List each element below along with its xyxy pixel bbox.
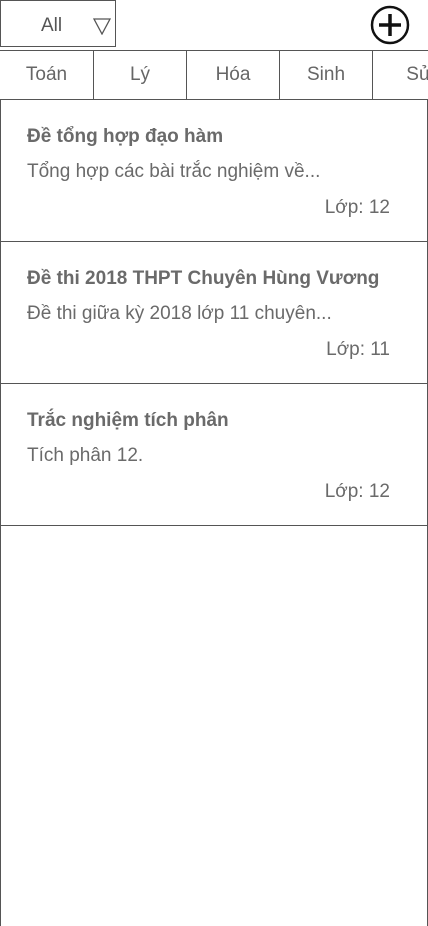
triangle-down-icon (93, 18, 111, 35)
exam-grade: Lớp: 11 (326, 339, 390, 360)
top-bar: All (0, 0, 428, 50)
exam-description: Tích phân 12. (27, 445, 144, 466)
exam-description: Tổng hợp các bài trắc nghiệm về... (27, 161, 321, 182)
tab-hoa[interactable]: Hóa (186, 51, 279, 99)
exam-title: Đề thi 2018 THPT Chuyên Hùng Vương (27, 268, 380, 289)
tab-ly[interactable]: Lý (93, 51, 186, 99)
tab-toan[interactable]: Toán (0, 51, 93, 99)
filter-dropdown[interactable]: All (0, 0, 116, 47)
tab-sinh[interactable]: Sinh (279, 51, 372, 99)
exam-grade: Lớp: 12 (324, 197, 390, 218)
exam-card[interactable]: Trắc nghiệm tích phân Tích phân 12. Lớp:… (1, 384, 427, 526)
exam-card[interactable]: Đề tổng hợp đạo hàm Tổng hợp các bài trắ… (1, 100, 427, 242)
filter-selected-value: All (41, 15, 63, 36)
subject-tabs: Toán Lý Hóa Sinh Sử (0, 50, 428, 100)
exam-list: Đề tổng hợp đạo hàm Tổng hợp các bài trắ… (0, 100, 428, 926)
exam-card[interactable]: Đề thi 2018 THPT Chuyên Hùng Vương Đề th… (1, 242, 427, 384)
exam-grade: Lớp: 12 (324, 481, 390, 502)
exam-title: Trắc nghiệm tích phân (27, 410, 229, 431)
exam-description: Đề thi giữa kỳ 2018 lớp 11 chuyên... (27, 303, 332, 324)
exam-title: Đề tổng hợp đạo hàm (27, 126, 224, 147)
tab-su[interactable]: Sử (372, 51, 428, 99)
plus-circle-icon[interactable] (370, 5, 410, 45)
